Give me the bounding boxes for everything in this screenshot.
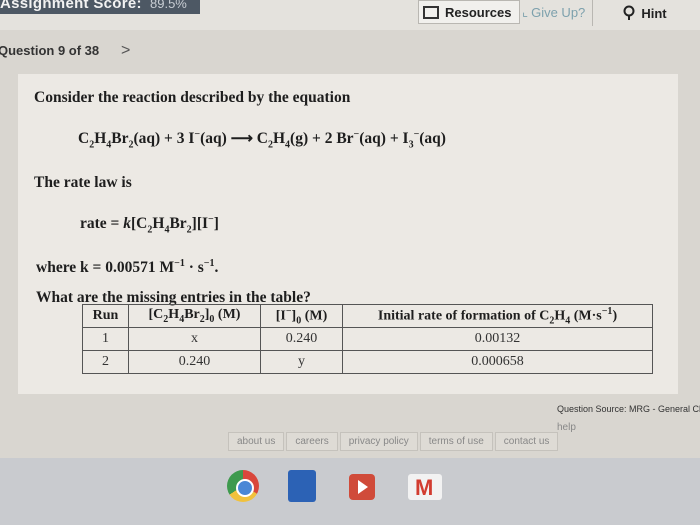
give-up-button[interactable]: ⌞ Give Up? [516,0,591,24]
hint-button[interactable]: Hint [592,0,697,26]
cell-iodide: y [260,350,343,374]
rate-constant: where k = 0.00571 M−1 · s−1. [36,258,219,277]
rate-data-table: Run [C2H4Br2]0 (M) [I−]0 (M) Initial rat… [82,304,653,374]
footer-links: about us careers privacy policy terms of… [228,432,560,451]
gmail-icon[interactable] [408,474,442,501]
privacy-policy-link[interactable]: privacy policy [339,432,418,451]
hint-label: Hint [641,5,667,21]
reaction-equation: C2H4Br2(aq) + 3 I−(aq) ⟶ C2H4(g) + 2 Br−… [78,129,446,151]
lightbulb-icon [623,5,635,20]
score-value: 89.5% [150,0,187,11]
resources-button[interactable]: Resources [418,0,521,24]
rate-law-intro: The rate law is [34,174,132,191]
header-c2h4br2: [C2H4Br2]0 (M) [128,304,261,328]
header-iodide: [I−]0 (M) [260,304,343,328]
table-row: 1 x 0.240 0.00132 [82,327,653,351]
files-icon[interactable] [288,470,316,502]
resources-label: Resources [445,4,512,20]
terms-of-use-link[interactable]: terms of use [419,432,493,451]
play-store-icon[interactable] [349,474,375,500]
cell-c2h4br2: x [128,327,261,351]
header-run: Run [82,304,129,328]
cell-rate: 0.000658 [342,350,653,374]
contact-us-link[interactable]: contact us [494,432,559,451]
give-up-label: Give Up? [531,4,586,20]
about-us-link[interactable]: about us [228,432,285,451]
give-up-icon: ⌞ [522,4,529,19]
cell-run: 1 [82,327,129,351]
assignment-score: Assignment Score: 89.5% [0,0,200,14]
question-prompt: Consider the reaction described by the e… [34,89,351,106]
next-question-arrow[interactable]: > [121,42,130,60]
resources-icon [423,5,439,19]
rate-constant-text: where k = 0.00571 M [36,259,175,277]
careers-link[interactable]: careers [286,432,338,451]
cell-rate: 0.00132 [342,327,653,351]
cell-c2h4br2: 0.240 [128,350,261,374]
header-initial-rate-text: Initial rate of formation of C [377,308,550,324]
cell-iodide: 0.240 [260,327,343,351]
header-initial-rate: Initial rate of formation of C2H4 (M·s−1… [342,304,653,328]
top-bar: Assignment Score: 89.5% Resources ⌞ Give… [0,0,700,30]
chrome-icon[interactable] [227,470,259,502]
table-row: 2 0.240 y 0.000658 [82,350,653,374]
cell-run: 2 [82,350,129,374]
question-counter: Question 9 of 38 [0,43,100,58]
question-source: Question Source: MRG - General Ch [557,404,700,414]
rate-law-equation: rate = k[C2H4Br2][I−] [80,214,219,236]
table-header-row: Run [C2H4Br2]0 (M) [I−]0 (M) Initial rat… [82,304,653,328]
score-label: Assignment Score: [0,0,142,12]
question-card: Consider the reaction described by the e… [18,74,678,394]
